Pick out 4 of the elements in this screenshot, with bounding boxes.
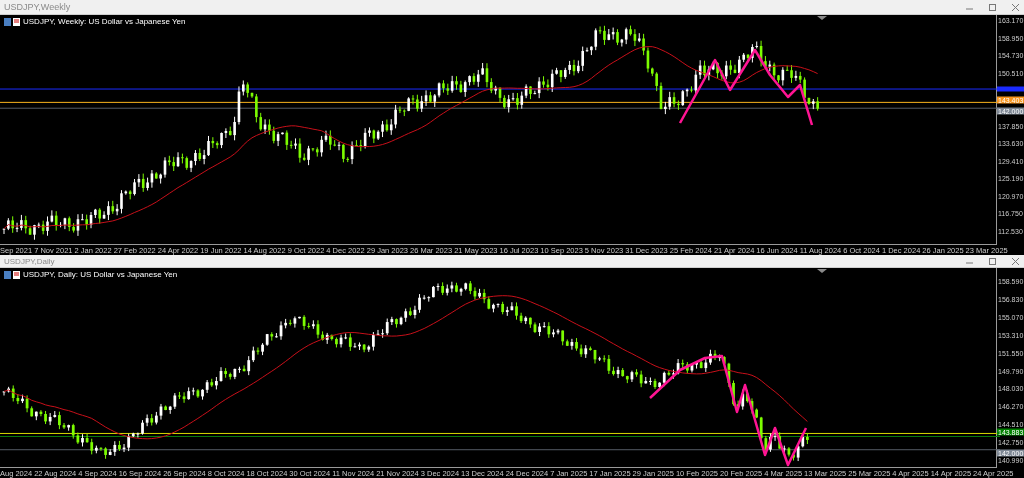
window-title: USDJPY,Weekly <box>4 2 71 12</box>
symbol-legend: USDJPY, Daily: US Dollar vs Japanese Yen <box>23 270 178 279</box>
symbol-legend: USDJPY, Weekly: US Dollar vs Japanese Yen <box>23 17 186 26</box>
window-title: USDJPY,Daily <box>4 256 55 266</box>
